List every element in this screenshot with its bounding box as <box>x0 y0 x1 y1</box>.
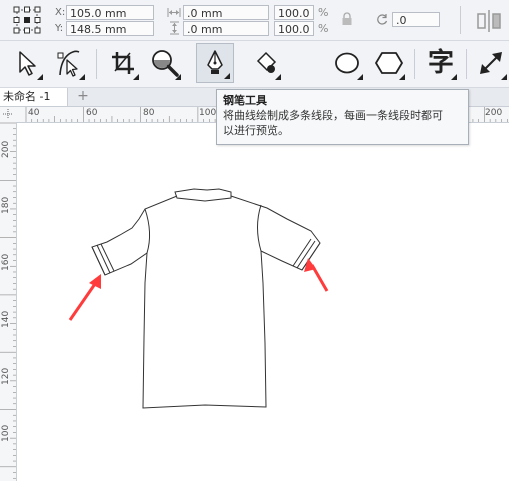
drawing-canvas[interactable] <box>17 123 509 481</box>
width-icon <box>167 7 181 18</box>
ruler-tick-label: 80 <box>143 108 155 118</box>
annotation-arrow-left <box>68 274 101 321</box>
scale-y-percent: % <box>318 22 329 35</box>
dimension-tool-button[interactable] <box>472 43 509 83</box>
ruler-tick-label: 160 <box>1 253 11 271</box>
ruler-tick-label: 120 <box>1 367 11 385</box>
scale-x-field[interactable]: 100.0 <box>274 5 314 20</box>
mirror-icon[interactable] <box>476 10 504 32</box>
shape-tool-button[interactable] <box>50 43 88 83</box>
ruler-origin[interactable] <box>0 107 17 123</box>
tooltip-description: 将曲线绘制成多条线段，每画一条线段时都可 以进行预览。 <box>223 108 462 138</box>
document-tab[interactable]: 未命名 -1 <box>0 88 68 106</box>
ruler-tick-label: 100 <box>1 424 11 442</box>
tooltip-line: 以进行预览。 <box>223 124 289 137</box>
y-position-field[interactable]: 148.5 mm <box>66 21 154 36</box>
vertical-ruler[interactable]: 200 180 160 140 120 100 <box>0 122 17 481</box>
separator <box>414 49 415 79</box>
ruler-tick-label: 60 <box>86 108 98 118</box>
text-tool-button[interactable]: 字 <box>422 43 460 83</box>
x-label: X: <box>55 7 66 18</box>
add-tab-button[interactable]: + <box>75 89 91 104</box>
ruler-tick-label: 200 <box>1 140 11 158</box>
toolbox: 字 <box>0 41 509 88</box>
annotation-arrow-right <box>304 258 329 292</box>
height-icon <box>169 21 180 35</box>
x-position-field[interactable]: 105.0 mm <box>66 5 154 20</box>
lock-ratio-icon[interactable] <box>341 12 353 26</box>
polygon-tool-button[interactable] <box>370 43 408 83</box>
ruler-tick-label: 100 <box>199 108 217 118</box>
shirt-drawing[interactable] <box>91 188 321 409</box>
pick-tool-button[interactable] <box>8 43 46 83</box>
property-bar: X: 105.0 mm Y: 148.5 mm .0 mm .0 mm 100.… <box>0 0 509 41</box>
ellipse-tool-button[interactable] <box>328 43 366 83</box>
pen-tool-tooltip: 钢笔工具 将曲线绘制成多条线段，每画一条线段时都可 以进行预览。 <box>216 89 469 145</box>
reference-point-icon[interactable] <box>12 5 42 35</box>
separator <box>460 6 461 34</box>
tooltip-line: 将曲线绘制成多条线段，每画一条线段时都可 <box>223 109 443 122</box>
rotation-field[interactable]: .0 <box>392 12 440 27</box>
ellipse-icon <box>335 52 359 74</box>
y-label: Y: <box>55 23 64 34</box>
separator <box>96 49 97 79</box>
separator <box>466 49 467 79</box>
scale-y-field[interactable]: 100.0 <box>274 21 314 36</box>
crop-tool-button[interactable] <box>104 43 142 83</box>
fill-bucket-icon <box>256 51 277 73</box>
crop-icon <box>112 52 134 74</box>
zoom-tool-button[interactable] <box>146 43 184 83</box>
ruler-tick-label: 140 <box>1 310 11 328</box>
ruler-tick-label: 180 <box>1 196 11 214</box>
ruler-tick-label: 40 <box>28 108 40 118</box>
hexagon-icon <box>375 52 403 74</box>
tooltip-title: 钢笔工具 <box>223 94 267 107</box>
smart-fill-tool-button[interactable] <box>246 43 284 83</box>
pointer-icon <box>19 51 36 76</box>
height-field[interactable]: .0 mm <box>183 21 269 36</box>
rotation-icon <box>376 13 389 26</box>
ruler-tick-label: 200 <box>485 108 503 118</box>
width-field[interactable]: .0 mm <box>183 5 269 20</box>
scale-x-percent: % <box>318 6 329 19</box>
pen-tool-button[interactable] <box>196 43 234 83</box>
